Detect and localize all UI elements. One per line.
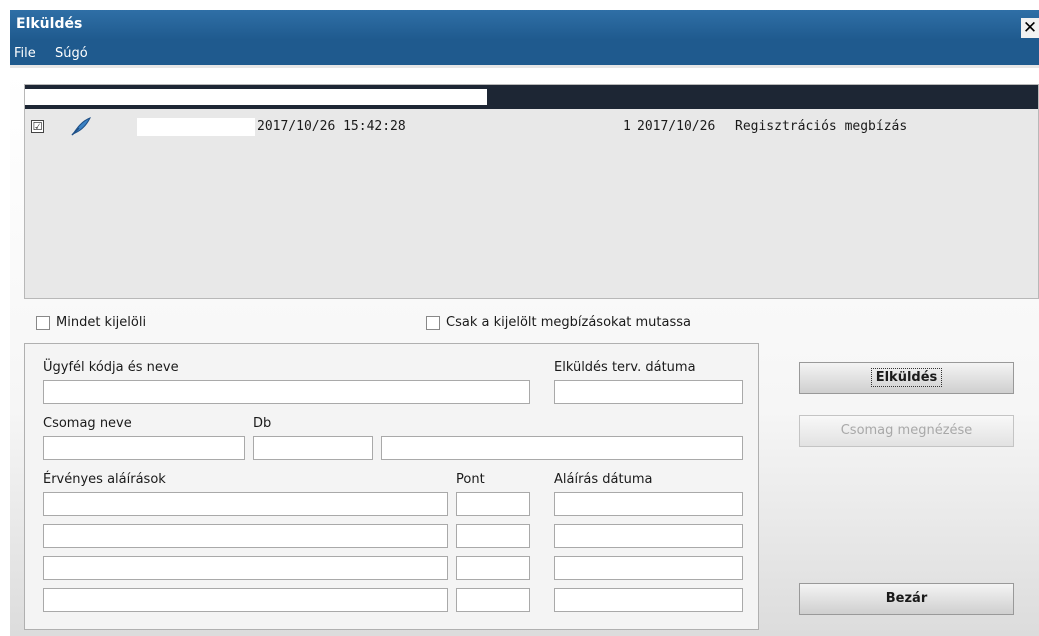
row-count: 1 — [623, 119, 631, 134]
signature-date-field[interactable] — [554, 524, 743, 548]
signature-date-field[interactable] — [554, 588, 743, 612]
row-type: Regisztrációs megbízás — [735, 119, 908, 134]
signature-date-label: Aláírás dátuma — [554, 472, 653, 487]
title-bar: Elküldés ✕ — [10, 10, 1039, 40]
select-all-label: Mindet kijelöli — [56, 315, 147, 330]
valid-signatures-label: Érvényes aláírások — [43, 472, 166, 487]
window-title: Elküldés — [16, 16, 83, 32]
quill-icon — [70, 116, 92, 140]
menu-bar: File Súgó — [10, 40, 1039, 68]
close-button[interactable]: Bezár — [799, 583, 1014, 615]
signature-date-field[interactable] — [554, 492, 743, 516]
row-checkbox[interactable]: ☑ — [31, 120, 44, 133]
row-datetime: 2017/10/26 15:42:28 — [257, 119, 406, 134]
redacted-header — [25, 89, 487, 105]
send-button[interactable]: Elküldés — [799, 362, 1014, 394]
select-all-checkbox[interactable] — [36, 316, 50, 330]
score-label: Pont — [456, 472, 485, 487]
package-name-field[interactable] — [43, 436, 245, 460]
close-button-label: Bezár — [885, 591, 928, 606]
order-list[interactable]: ☑ 2017/10/26 15:42:28 1 2017/10/26 Regis… — [24, 84, 1039, 299]
menu-file[interactable]: File — [14, 46, 36, 61]
signature-field[interactable] — [43, 556, 448, 580]
send-button-label: Elküldés — [870, 368, 943, 387]
row-date: 2017/10/26 — [637, 119, 716, 134]
count-field[interactable] — [253, 436, 373, 460]
client-field[interactable] — [43, 380, 530, 404]
view-package-button[interactable]: Csomag megnézése — [799, 415, 1014, 447]
count-label: Db — [253, 416, 272, 431]
menu-help[interactable]: Súgó — [55, 46, 88, 61]
planned-date-field[interactable] — [554, 380, 743, 404]
package-extra-field[interactable] — [381, 436, 743, 460]
score-field[interactable] — [456, 492, 530, 516]
client-label: Ügyfél kódja és neve — [43, 360, 179, 375]
score-field[interactable] — [456, 556, 530, 580]
signature-field[interactable] — [43, 524, 448, 548]
view-package-label: Csomag megnézése — [840, 423, 973, 438]
signature-field[interactable] — [43, 492, 448, 516]
signature-date-field[interactable] — [554, 556, 743, 580]
show-selected-checkbox[interactable] — [426, 316, 440, 330]
score-field[interactable] — [456, 588, 530, 612]
show-selected-label: Csak a kijelölt megbízásokat mutassa — [446, 315, 692, 330]
signature-field[interactable] — [43, 588, 448, 612]
redacted-name — [137, 118, 255, 136]
list-header — [25, 85, 1038, 109]
planned-date-label: Elküldés terv. dátuma — [554, 360, 696, 375]
close-window-button[interactable]: ✕ — [1021, 18, 1039, 38]
package-name-label: Csomag neve — [43, 416, 132, 431]
score-field[interactable] — [456, 524, 530, 548]
table-row[interactable]: ☑ 2017/10/26 15:42:28 1 2017/10/26 Regis… — [25, 116, 1038, 140]
